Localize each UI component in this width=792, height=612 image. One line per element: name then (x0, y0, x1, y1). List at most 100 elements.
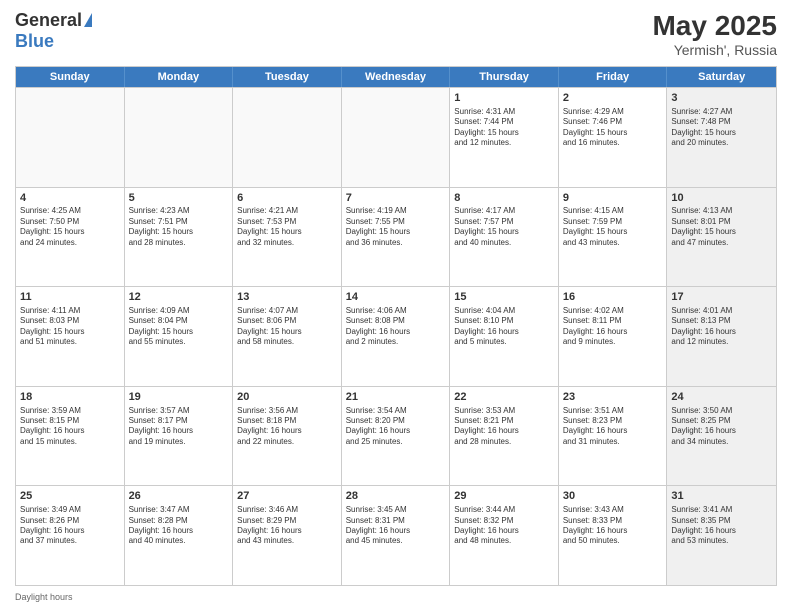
day-number: 7 (346, 191, 446, 206)
cell-text: Sunrise: 3:51 AM Sunset: 8:23 PM Dayligh… (563, 406, 663, 448)
cell-text: Sunrise: 4:25 AM Sunset: 7:50 PM Dayligh… (20, 206, 120, 248)
calendar-cell: 4Sunrise: 4:25 AM Sunset: 7:50 PM Daylig… (16, 188, 125, 287)
cell-text: Sunrise: 3:49 AM Sunset: 8:26 PM Dayligh… (20, 505, 120, 547)
calendar-cell (233, 88, 342, 187)
month-title: May 2025 (652, 10, 777, 42)
day-number: 14 (346, 290, 446, 305)
day-number: 29 (454, 489, 554, 504)
day-number: 1 (454, 91, 554, 106)
calendar-cell: 17Sunrise: 4:01 AM Sunset: 8:13 PM Dayli… (667, 287, 776, 386)
day-number: 28 (346, 489, 446, 504)
day-number: 5 (129, 191, 229, 206)
cell-text: Sunrise: 3:56 AM Sunset: 8:18 PM Dayligh… (237, 406, 337, 448)
cell-text: Sunrise: 4:23 AM Sunset: 7:51 PM Dayligh… (129, 206, 229, 248)
day-number: 25 (20, 489, 120, 504)
day-number: 4 (20, 191, 120, 206)
calendar-cell: 22Sunrise: 3:53 AM Sunset: 8:21 PM Dayli… (450, 387, 559, 486)
calendar-cell: 23Sunrise: 3:51 AM Sunset: 8:23 PM Dayli… (559, 387, 668, 486)
calendar-cell (342, 88, 451, 187)
calendar-cell: 8Sunrise: 4:17 AM Sunset: 7:57 PM Daylig… (450, 188, 559, 287)
calendar-cell: 31Sunrise: 3:41 AM Sunset: 8:35 PM Dayli… (667, 486, 776, 585)
day-number: 31 (671, 489, 772, 504)
calendar-header-day: Wednesday (342, 67, 451, 87)
day-number: 16 (563, 290, 663, 305)
day-number: 17 (671, 290, 772, 305)
header: General Blue May 2025 Yermish', Russia (15, 10, 777, 58)
calendar-row: 11Sunrise: 4:11 AM Sunset: 8:03 PM Dayli… (16, 286, 776, 386)
calendar-cell: 6Sunrise: 4:21 AM Sunset: 7:53 PM Daylig… (233, 188, 342, 287)
day-number: 13 (237, 290, 337, 305)
day-number: 21 (346, 390, 446, 405)
logo-triangle-icon (84, 13, 92, 27)
logo: General Blue (15, 10, 92, 52)
calendar-cell: 29Sunrise: 3:44 AM Sunset: 8:32 PM Dayli… (450, 486, 559, 585)
day-number: 26 (129, 489, 229, 504)
calendar-cell: 28Sunrise: 3:45 AM Sunset: 8:31 PM Dayli… (342, 486, 451, 585)
cell-text: Sunrise: 4:11 AM Sunset: 8:03 PM Dayligh… (20, 306, 120, 348)
calendar-cell: 3Sunrise: 4:27 AM Sunset: 7:48 PM Daylig… (667, 88, 776, 187)
calendar-cell: 30Sunrise: 3:43 AM Sunset: 8:33 PM Dayli… (559, 486, 668, 585)
calendar-cell: 18Sunrise: 3:59 AM Sunset: 8:15 PM Dayli… (16, 387, 125, 486)
day-number: 22 (454, 390, 554, 405)
cell-text: Sunrise: 4:15 AM Sunset: 7:59 PM Dayligh… (563, 206, 663, 248)
cell-text: Sunrise: 4:17 AM Sunset: 7:57 PM Dayligh… (454, 206, 554, 248)
calendar-cell: 19Sunrise: 3:57 AM Sunset: 8:17 PM Dayli… (125, 387, 234, 486)
calendar-cell: 9Sunrise: 4:15 AM Sunset: 7:59 PM Daylig… (559, 188, 668, 287)
calendar-cell: 1Sunrise: 4:31 AM Sunset: 7:44 PM Daylig… (450, 88, 559, 187)
calendar-cell: 11Sunrise: 4:11 AM Sunset: 8:03 PM Dayli… (16, 287, 125, 386)
day-number: 19 (129, 390, 229, 405)
cell-text: Sunrise: 4:04 AM Sunset: 8:10 PM Dayligh… (454, 306, 554, 348)
cell-text: Sunrise: 4:09 AM Sunset: 8:04 PM Dayligh… (129, 306, 229, 348)
day-number: 10 (671, 191, 772, 206)
day-number: 6 (237, 191, 337, 206)
cell-text: Sunrise: 4:13 AM Sunset: 8:01 PM Dayligh… (671, 206, 772, 248)
calendar-header-day: Tuesday (233, 67, 342, 87)
day-number: 8 (454, 191, 554, 206)
calendar-row: 1Sunrise: 4:31 AM Sunset: 7:44 PM Daylig… (16, 87, 776, 187)
cell-text: Sunrise: 4:31 AM Sunset: 7:44 PM Dayligh… (454, 107, 554, 149)
calendar-cell: 25Sunrise: 3:49 AM Sunset: 8:26 PM Dayli… (16, 486, 125, 585)
cell-text: Sunrise: 3:43 AM Sunset: 8:33 PM Dayligh… (563, 505, 663, 547)
calendar-cell: 27Sunrise: 3:46 AM Sunset: 8:29 PM Dayli… (233, 486, 342, 585)
day-number: 11 (20, 290, 120, 305)
calendar: SundayMondayTuesdayWednesdayThursdayFrid… (15, 66, 777, 586)
daylight-label: Daylight hours (15, 592, 73, 602)
cell-text: Sunrise: 4:06 AM Sunset: 8:08 PM Dayligh… (346, 306, 446, 348)
logo-blue-text: Blue (15, 31, 54, 52)
day-number: 24 (671, 390, 772, 405)
day-number: 3 (671, 91, 772, 106)
cell-text: Sunrise: 3:41 AM Sunset: 8:35 PM Dayligh… (671, 505, 772, 547)
calendar-body: 1Sunrise: 4:31 AM Sunset: 7:44 PM Daylig… (16, 87, 776, 585)
cell-text: Sunrise: 3:53 AM Sunset: 8:21 PM Dayligh… (454, 406, 554, 448)
calendar-header-day: Sunday (16, 67, 125, 87)
calendar-cell (125, 88, 234, 187)
location-title: Yermish', Russia (652, 42, 777, 58)
calendar-cell: 12Sunrise: 4:09 AM Sunset: 8:04 PM Dayli… (125, 287, 234, 386)
cell-text: Sunrise: 4:21 AM Sunset: 7:53 PM Dayligh… (237, 206, 337, 248)
day-number: 15 (454, 290, 554, 305)
cell-text: Sunrise: 4:27 AM Sunset: 7:48 PM Dayligh… (671, 107, 772, 149)
day-number: 23 (563, 390, 663, 405)
cell-text: Sunrise: 4:19 AM Sunset: 7:55 PM Dayligh… (346, 206, 446, 248)
calendar-cell (16, 88, 125, 187)
cell-text: Sunrise: 4:01 AM Sunset: 8:13 PM Dayligh… (671, 306, 772, 348)
calendar-row: 18Sunrise: 3:59 AM Sunset: 8:15 PM Dayli… (16, 386, 776, 486)
title-area: May 2025 Yermish', Russia (652, 10, 777, 58)
calendar-cell: 26Sunrise: 3:47 AM Sunset: 8:28 PM Dayli… (125, 486, 234, 585)
calendar-header: SundayMondayTuesdayWednesdayThursdayFrid… (16, 67, 776, 87)
calendar-row: 4Sunrise: 4:25 AM Sunset: 7:50 PM Daylig… (16, 187, 776, 287)
cell-text: Sunrise: 3:44 AM Sunset: 8:32 PM Dayligh… (454, 505, 554, 547)
calendar-header-day: Saturday (667, 67, 776, 87)
cell-text: Sunrise: 3:54 AM Sunset: 8:20 PM Dayligh… (346, 406, 446, 448)
cell-text: Sunrise: 3:50 AM Sunset: 8:25 PM Dayligh… (671, 406, 772, 448)
calendar-header-day: Thursday (450, 67, 559, 87)
cell-text: Sunrise: 4:29 AM Sunset: 7:46 PM Dayligh… (563, 107, 663, 149)
cell-text: Sunrise: 3:57 AM Sunset: 8:17 PM Dayligh… (129, 406, 229, 448)
logo-text: General (15, 10, 92, 31)
day-number: 2 (563, 91, 663, 106)
calendar-cell: 21Sunrise: 3:54 AM Sunset: 8:20 PM Dayli… (342, 387, 451, 486)
day-number: 9 (563, 191, 663, 206)
day-number: 27 (237, 489, 337, 504)
calendar-cell: 7Sunrise: 4:19 AM Sunset: 7:55 PM Daylig… (342, 188, 451, 287)
calendar-cell: 20Sunrise: 3:56 AM Sunset: 8:18 PM Dayli… (233, 387, 342, 486)
